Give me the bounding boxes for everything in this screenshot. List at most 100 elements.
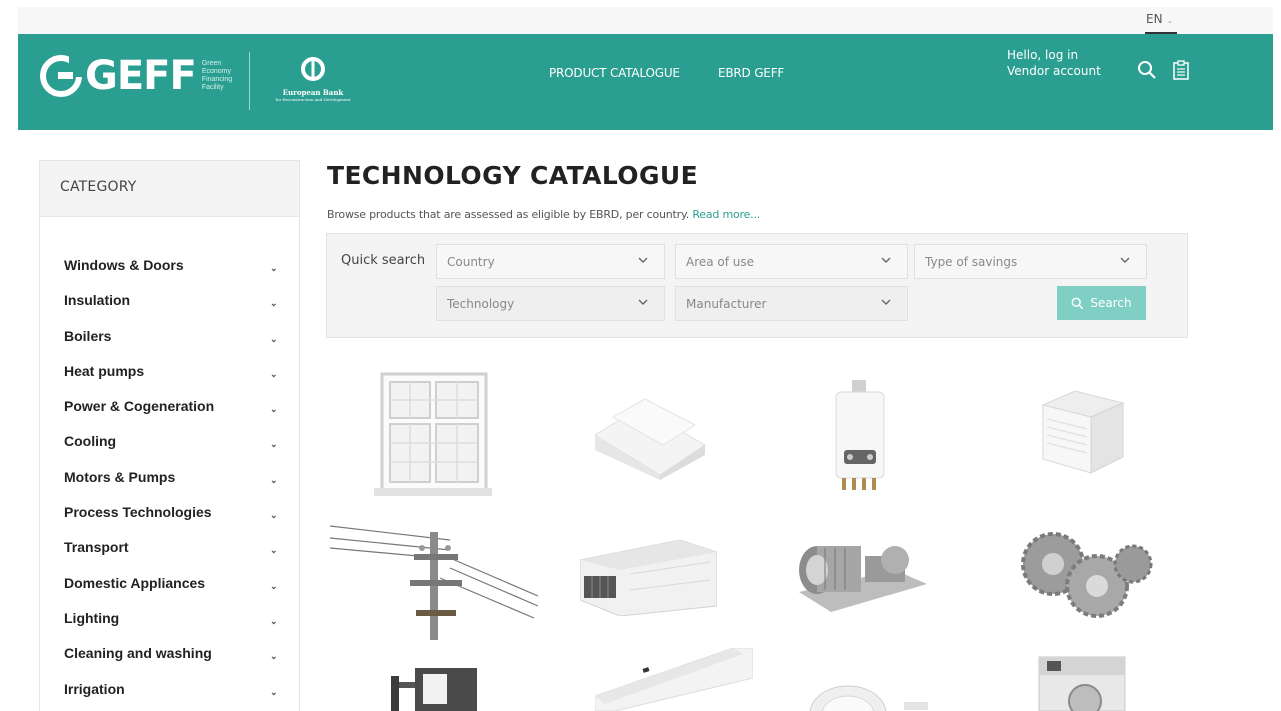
chevron-down-icon[interactable]: ⌄ [270, 363, 278, 385]
chevron-down-icon[interactable]: ⌄ [270, 504, 278, 526]
sidebar-item-label: Windows & Doors [64, 257, 184, 273]
sidebar-heading: CATEGORY [40, 161, 299, 217]
sidebar-item-label: Domestic Appliances [64, 574, 206, 591]
ebrd-logo[interactable]: European Bank for Reconstruction and Dev… [258, 54, 368, 103]
page-subtitle: Browse products that are assessed as eli… [327, 208, 760, 221]
domestic-appliances-tile[interactable] [595, 648, 753, 711]
sidebar-item-label: Process Technologies [64, 504, 212, 521]
geff-logo-mark [40, 55, 83, 97]
chevron-down-icon[interactable]: ⌄ [270, 681, 278, 703]
logo-tagline: Green Economy Financing Facility [202, 60, 240, 92]
chevron-down-icon [638, 299, 648, 305]
sidebar-item-insulation[interactable]: Insulation ⌄ [40, 289, 299, 324]
sidebar-item-label: Boilers [64, 327, 112, 344]
clipboard-icon[interactable] [1171, 60, 1191, 80]
chevron-down-icon[interactable]: ⌄ [270, 328, 278, 350]
sidebar-item-motors-pumps[interactable]: Motors & Pumps ⌄ [40, 466, 299, 501]
motor-pump-tile[interactable] [795, 530, 930, 616]
tagline-line: Facility [201, 84, 224, 91]
power-pole-tile[interactable] [330, 518, 538, 640]
ebrd-emblem [258, 54, 368, 88]
lighting-tile[interactable] [808, 680, 930, 711]
logo-text: GEFF [85, 53, 197, 99]
sidebar-item-label: Motors & Pumps [64, 468, 176, 485]
boiler-tile[interactable] [830, 378, 890, 496]
chevron-down-icon[interactable]: ⌄ [270, 292, 278, 314]
sidebar-item-label: Heat pumps [64, 362, 145, 379]
search-icon [1071, 297, 1084, 309]
nav-product-catalogue[interactable]: PRODUCT CATALOGUE [549, 66, 680, 80]
search-button-label: Search [1090, 296, 1132, 310]
gears-tile[interactable] [1005, 528, 1153, 626]
category-sidebar: CATEGORY Windows & Doors ⌄ Insulation ⌄ Bo… [39, 160, 300, 711]
logo-divider [249, 52, 250, 110]
ebrd-emblem-icon [301, 57, 325, 81]
sidebar-item-cleaning-washing[interactable]: Cleaning and washing ⌄ [40, 642, 299, 677]
cleaning-washing-tile[interactable] [1035, 653, 1127, 711]
search-icon[interactable] [1137, 60, 1157, 80]
chevron-down-icon[interactable]: ⌄ [270, 610, 278, 632]
technology-select[interactable]: Technology [436, 286, 665, 321]
ebrd-subtitle: for Reconstruction and Development [275, 97, 351, 102]
sidebar-item-label: Cleaning and washing [64, 645, 212, 662]
sidebar-item-label: Insulation [64, 292, 131, 309]
sidebar-item-boilers[interactable]: Boilers ⌄ [40, 325, 299, 360]
tagline-line: Financing [201, 76, 233, 83]
manufacturer-select-value: Manufacturer [686, 297, 767, 311]
technology-select-value: Technology [447, 297, 515, 311]
chevron-down-icon [881, 257, 891, 263]
search-button[interactable]: Search [1057, 286, 1146, 320]
chevron-down-icon[interactable]: ⌄ [270, 257, 278, 279]
sidebar-item-lighting[interactable]: Lighting ⌄ [40, 607, 299, 642]
chevron-down-icon [1120, 257, 1130, 263]
insulation-tile[interactable] [585, 395, 715, 480]
language-label: EN [1146, 12, 1163, 26]
sidebar-item-label: Cooling [64, 433, 117, 450]
quick-search-label: Quick search [341, 253, 426, 268]
ebrd-name: European Bank [282, 88, 344, 97]
sidebar-item-domestic-appliances[interactable]: Domestic Appliances ⌄ [40, 572, 299, 607]
chevron-down-icon[interactable]: ⌄ [270, 539, 278, 561]
transport-tile[interactable] [385, 662, 493, 711]
chevron-down-icon[interactable]: ⌄ [270, 469, 278, 491]
site-header: GEFF Green Economy Financing Facility Eu… [18, 34, 1273, 130]
sidebar-item-label: Power & Cogeneration [64, 398, 215, 415]
chevron-down-icon[interactable]: ⌄ [270, 645, 278, 667]
read-more-link[interactable]: Read more... [692, 208, 760, 221]
chevron-down-icon: ⌄ [1166, 16, 1174, 25]
sidebar-item-heat-pumps[interactable]: Heat pumps ⌄ [40, 360, 299, 395]
savings-select-value: Type of savings [925, 255, 1018, 269]
chevron-down-icon [881, 299, 891, 305]
login-link[interactable]: Hello, log in [1007, 47, 1101, 63]
country-select[interactable]: Country [436, 244, 665, 279]
country-select-value: Country [447, 255, 495, 269]
sidebar-item-process-technologies[interactable]: Process Technologies ⌄ [40, 501, 299, 536]
page-title: TECHNOLOGY CATALOGUE [327, 161, 699, 190]
area-select-value: Area of use [686, 255, 755, 269]
area-of-use-select[interactable]: Area of use [675, 244, 908, 279]
sidebar-item-windows-doors[interactable]: Windows & Doors ⌄ [40, 254, 299, 289]
windows-doors-tile[interactable] [370, 370, 495, 498]
manufacturer-select[interactable]: Manufacturer [675, 286, 908, 321]
tagline-line: Green [201, 60, 222, 67]
sidebar-item-label: Lighting [64, 609, 120, 626]
language-bar [18, 7, 1273, 34]
sidebar-item-transport[interactable]: Transport ⌄ [40, 536, 299, 571]
subtitle-text: Browse products that are assessed as eli… [327, 208, 690, 221]
nav-ebrd-geff[interactable]: EBRD GEFF [718, 66, 784, 80]
cooling-tile[interactable] [580, 540, 717, 616]
sidebar-item-power-cogeneration[interactable]: Power & Cogeneration ⌄ [40, 395, 299, 430]
vendor-account-link[interactable]: Vendor account [1007, 63, 1101, 79]
category-list: Windows & Doors ⌄ Insulation ⌄ Boilers ⌄ He… [40, 254, 299, 711]
tagline-line: Economy [201, 68, 231, 75]
chevron-down-icon[interactable]: ⌄ [270, 433, 278, 455]
chevron-down-icon[interactable]: ⌄ [270, 398, 278, 420]
sidebar-item-irrigation[interactable]: Irrigation ⌄ [40, 678, 299, 711]
sidebar-item-cooling[interactable]: Cooling ⌄ [40, 430, 299, 465]
account-menu[interactable]: Hello, log in Vendor account [1007, 47, 1101, 79]
chevron-down-icon[interactable]: ⌄ [270, 575, 278, 597]
geff-logo[interactable]: GEFF Green Economy Financing Facility [40, 55, 240, 97]
heat-pump-tile[interactable] [1035, 385, 1127, 477]
language-selector[interactable]: EN ⌄ [1146, 12, 1173, 26]
savings-type-select[interactable]: Type of savings [914, 244, 1147, 279]
